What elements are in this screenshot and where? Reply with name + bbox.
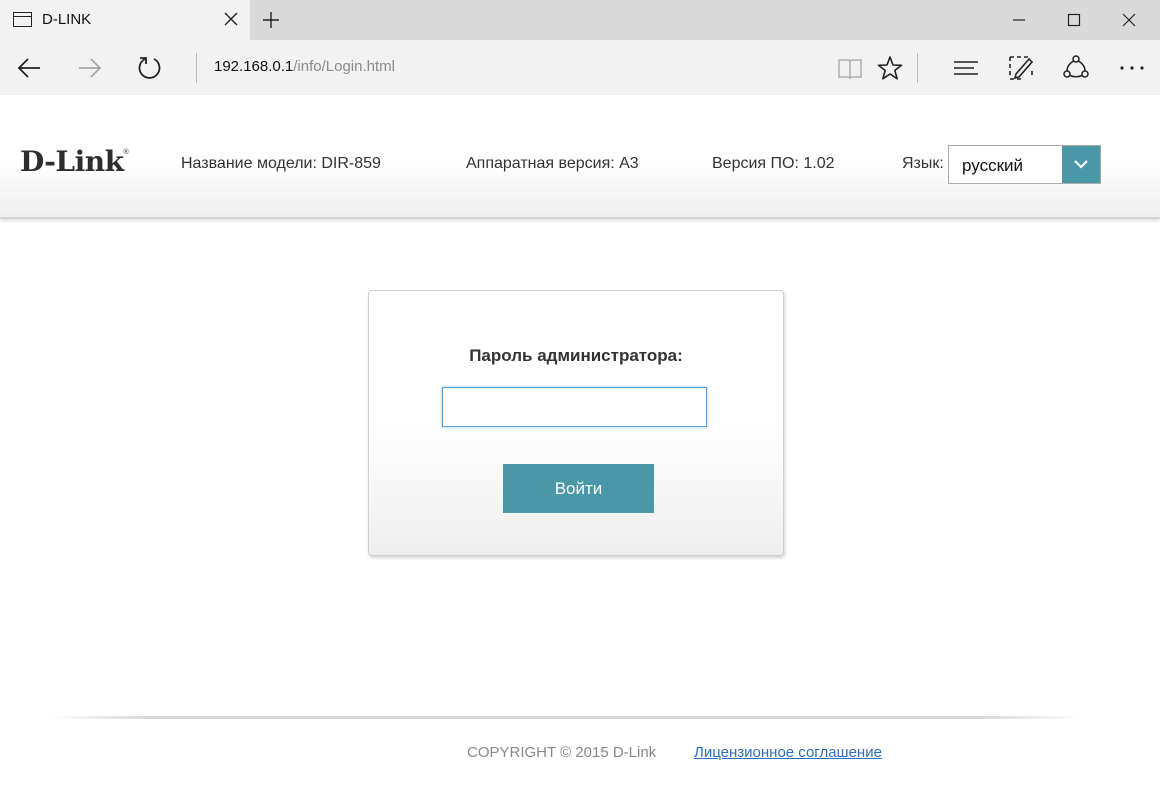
close-window-button[interactable] bbox=[1100, 0, 1158, 40]
new-tab-icon[interactable] bbox=[260, 9, 282, 31]
hardware-version: Аппаратная версия: A3 bbox=[466, 155, 639, 172]
maximize-button[interactable] bbox=[1045, 0, 1103, 40]
address-path: /info/Login.html bbox=[293, 58, 395, 75]
tab-title: D-LINK bbox=[42, 11, 92, 28]
back-arrow-icon[interactable] bbox=[15, 54, 43, 82]
login-button[interactable]: Войти bbox=[503, 464, 654, 513]
favorite-star-icon[interactable] bbox=[876, 54, 904, 82]
model-name: Название модели: DIR-859 bbox=[181, 155, 381, 172]
address-bar[interactable]: 192.168.0.1/info/Login.html bbox=[214, 58, 395, 75]
browser-titlebar: D-LINK bbox=[0, 0, 1160, 40]
more-options-icon[interactable] bbox=[1118, 54, 1146, 82]
close-window-icon bbox=[1122, 13, 1136, 27]
close-tab-icon[interactable] bbox=[222, 10, 240, 28]
address-host: 192.168.0.1 bbox=[214, 58, 294, 75]
hub-icon[interactable] bbox=[952, 54, 980, 82]
license-agreement-link[interactable]: Лицензионное соглашение bbox=[694, 744, 882, 761]
browser-toolbar: 192.168.0.1/info/Login.html bbox=[0, 40, 1160, 95]
firmware-version: Версия ПО: 1.02 bbox=[712, 155, 835, 172]
language-value: русский bbox=[962, 156, 1024, 175]
copyright-text: COPYRIGHT © 2015 D-Link bbox=[467, 744, 657, 761]
tab-page-icon bbox=[13, 12, 32, 27]
forward-arrow-icon[interactable] bbox=[76, 54, 104, 82]
web-note-icon[interactable] bbox=[1007, 54, 1035, 82]
page-content: D-Link® Название модели: DIR-859 Аппарат… bbox=[0, 95, 1160, 810]
registered-mark: ® bbox=[123, 149, 129, 156]
address-separator bbox=[196, 53, 197, 83]
language-label: Язык: bbox=[902, 155, 944, 172]
reading-view-icon[interactable] bbox=[836, 54, 864, 82]
language-select[interactable]: русский bbox=[948, 145, 1101, 184]
footer-divider bbox=[50, 716, 1080, 719]
refresh-icon[interactable] bbox=[136, 54, 164, 82]
minimize-icon bbox=[1013, 19, 1025, 21]
toolbar-separator bbox=[917, 53, 918, 83]
dlink-logo: D-Link® bbox=[20, 145, 129, 178]
router-header: D-Link® Название модели: DIR-859 Аппарат… bbox=[0, 95, 1160, 219]
language-dropdown-button[interactable] bbox=[1062, 146, 1100, 183]
browser-tab[interactable]: D-LINK bbox=[0, 0, 250, 40]
password-label: Пароль администратора: bbox=[469, 346, 683, 365]
logo-text: D-Link bbox=[20, 145, 124, 178]
maximize-icon bbox=[1067, 13, 1081, 27]
password-input[interactable] bbox=[442, 387, 707, 427]
minimize-button[interactable] bbox=[990, 0, 1048, 40]
share-icon[interactable] bbox=[1062, 54, 1090, 82]
chevron-down-icon bbox=[1074, 160, 1088, 169]
login-panel: Пароль администратора: Войти bbox=[368, 290, 784, 556]
